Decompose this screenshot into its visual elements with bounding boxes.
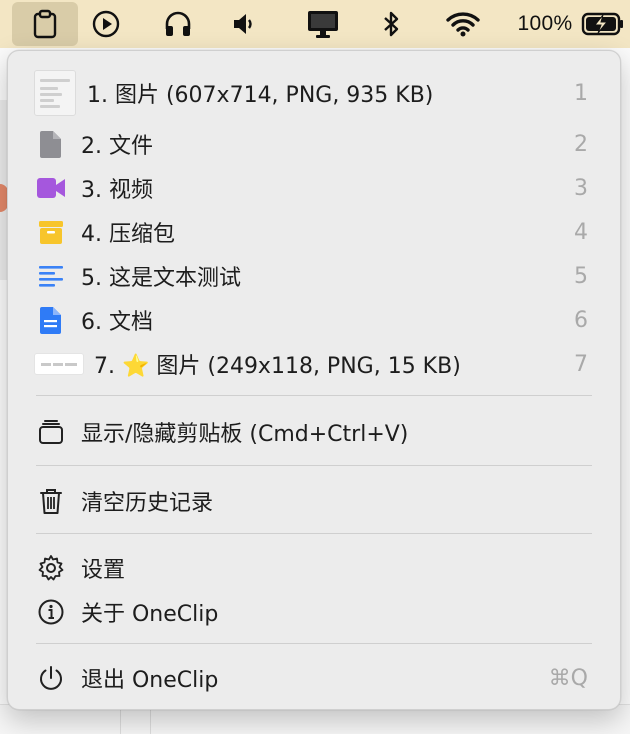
image-thumbnail (34, 353, 84, 375)
archive-icon (36, 217, 66, 247)
clear-history-label: 清空历史记录 (81, 491, 214, 516)
history-item-3[interactable]: 3. 视频 3 (8, 166, 620, 210)
history-item-shortcut: 4 (574, 219, 588, 245)
power-icon (36, 663, 66, 693)
history-item-label: 1. 图片 (607x714, PNG, 935 KB) (87, 83, 434, 108)
speaker-icon[interactable] (226, 0, 262, 48)
oneclip-dropdown-menu: 1. 图片 (607x714, PNG, 935 KB) 1 2. 文件 2 3… (7, 50, 621, 710)
about-item[interactable]: 关于 OneClip (8, 590, 620, 634)
bluetooth-icon[interactable] (375, 0, 407, 48)
gear-icon (36, 553, 66, 583)
play-circle-icon[interactable] (88, 0, 124, 48)
history-item-7[interactable]: 7. ⭐ 图片 (249x118, PNG, 15 KB) 7 (8, 342, 620, 386)
document-icon (36, 305, 66, 335)
wifi-icon[interactable] (440, 0, 486, 48)
toggle-clipboard-item[interactable]: 显示/隐藏剪贴板 (Cmd+Ctrl+V) (8, 410, 620, 454)
toggle-clipboard-label: 显示/隐藏剪贴板 (Cmd+Ctrl+V) (81, 422, 409, 447)
battery-percent[interactable]: 100% (512, 0, 578, 48)
quit-label: 退出 OneClip (81, 668, 219, 693)
history-item-label: 7. ⭐ 图片 (249x118, PNG, 15 KB) (94, 354, 461, 379)
history-item-label: 6. 文档 (81, 310, 153, 335)
window-stack-icon (36, 417, 66, 447)
battery-charging-icon[interactable] (580, 0, 626, 48)
menu-divider (36, 643, 592, 644)
quit-shortcut: ⌘Q (548, 665, 588, 691)
history-item-shortcut: 2 (574, 131, 588, 157)
history-item-5[interactable]: 5. 这是文本测试 5 (8, 254, 620, 298)
history-item-label: 3. 视频 (81, 178, 153, 203)
settings-label: 设置 (81, 558, 126, 583)
about-label: 关于 OneClip (81, 602, 219, 627)
file-icon (36, 129, 66, 159)
clear-history-item[interactable]: 清空历史记录 (8, 479, 620, 523)
history-item-label: 4. 压缩包 (81, 222, 175, 247)
headphones-icon[interactable] (160, 0, 196, 48)
history-item-1[interactable]: 1. 图片 (607x714, PNG, 935 KB) 1 (8, 70, 620, 116)
settings-item[interactable]: 设置 (8, 546, 620, 590)
image-thumbnail (34, 70, 76, 116)
history-item-shortcut: 6 (574, 307, 588, 333)
info-icon (36, 597, 66, 627)
history-item-shortcut: 7 (574, 351, 588, 377)
clipboard-icon[interactable] (12, 2, 78, 46)
display-icon[interactable] (303, 0, 343, 48)
menu-divider (36, 465, 592, 466)
history-item-shortcut: 5 (574, 263, 588, 289)
trash-icon (36, 486, 66, 516)
history-item-2[interactable]: 2. 文件 2 (8, 122, 620, 166)
video-icon (36, 173, 66, 203)
history-item-label: 2. 文件 (81, 134, 153, 159)
text-lines-icon (36, 261, 66, 291)
menu-bar: 100% (0, 0, 630, 48)
quit-item[interactable]: 退出 OneClip ⌘Q (8, 656, 620, 700)
history-item-label: 5. 这是文本测试 (81, 266, 241, 291)
history-item-shortcut: 3 (574, 175, 588, 201)
history-item-4[interactable]: 4. 压缩包 4 (8, 210, 620, 254)
menu-divider (36, 533, 592, 534)
history-item-6[interactable]: 6. 文档 6 (8, 298, 620, 342)
history-item-shortcut: 1 (574, 80, 588, 106)
menu-divider (36, 395, 592, 396)
